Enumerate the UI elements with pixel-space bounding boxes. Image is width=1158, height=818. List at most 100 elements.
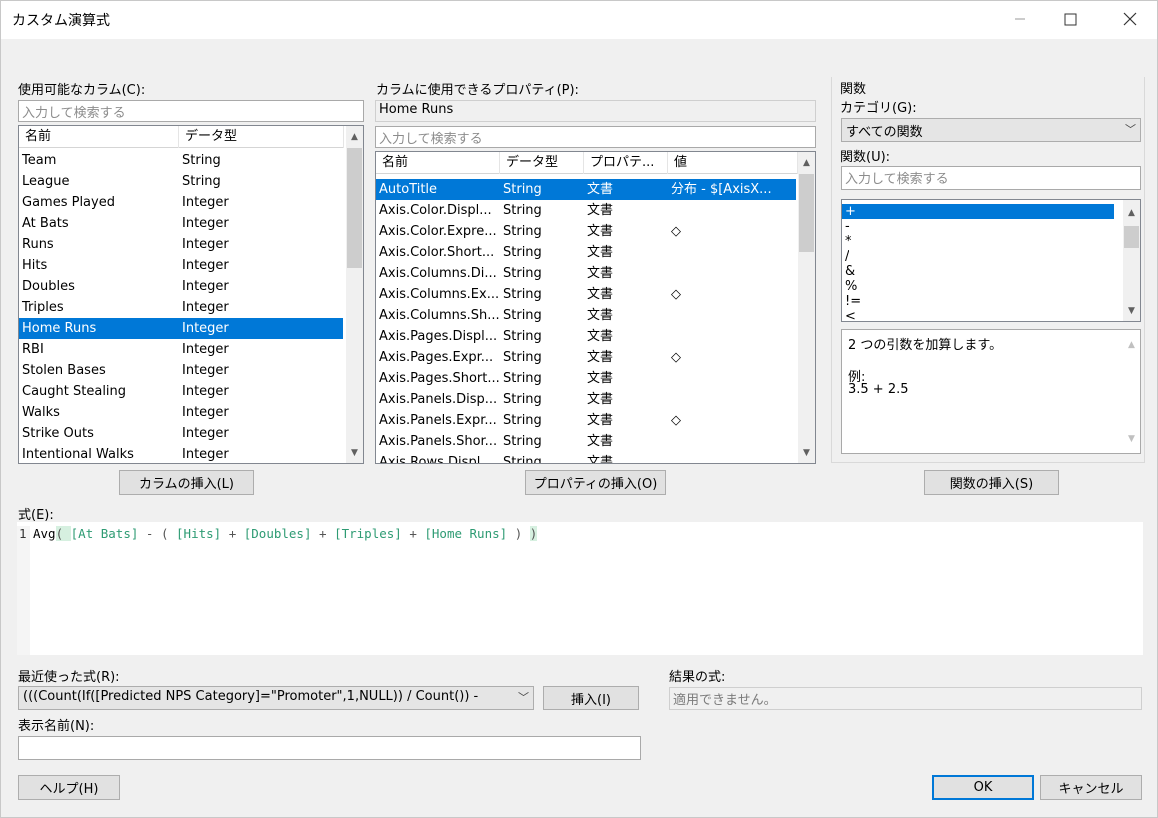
table-row[interactable]: Axis.Columns.Sh... String 文書 xyxy=(376,305,796,326)
maximize-button[interactable] xyxy=(1047,1,1093,37)
insert-column-button[interactable]: カラムの挿入(L) xyxy=(119,470,254,495)
table-row[interactable]: Axis.Columns.Di... String 文書 xyxy=(376,263,796,284)
list-item[interactable]: % xyxy=(842,279,1114,294)
list-item[interactable]: - xyxy=(842,219,1114,234)
close-button[interactable] xyxy=(1107,1,1153,37)
table-row[interactable]: Intentional Walks Integer xyxy=(19,444,343,463)
table-row[interactable]: Axis.Panels.Shor... String 文書 xyxy=(376,431,796,452)
prop-header-property[interactable]: プロパテ... xyxy=(584,152,668,174)
scroll-down-icon[interactable]: ▼ xyxy=(798,444,815,461)
function-search-input[interactable]: 入力して検索する xyxy=(841,166,1141,190)
table-row[interactable]: Axis.Pages.Displ... String 文書 xyxy=(376,326,796,347)
table-row[interactable]: Hits Integer xyxy=(19,255,343,276)
column-header-type[interactable]: データ型 xyxy=(179,126,344,148)
column-type-cell: Integer xyxy=(182,321,229,336)
table-row[interactable]: RBI Integer xyxy=(19,339,343,360)
scroll-thumb[interactable] xyxy=(799,174,814,252)
list-item[interactable]: < xyxy=(842,309,1114,321)
table-row[interactable]: AutoTitle String 文書 分布 - $[AxisX... xyxy=(376,179,796,200)
operator-token: ) xyxy=(507,526,530,541)
table-row[interactable]: Axis.Rows.Displ... String 文書 xyxy=(376,452,796,463)
prop-header-value[interactable]: 値 xyxy=(668,152,798,174)
table-row[interactable]: Runs Integer xyxy=(19,234,343,255)
function-scrollbar[interactable]: ▲ ▼ xyxy=(1123,200,1140,321)
table-row[interactable]: Team String xyxy=(19,150,343,171)
table-row[interactable]: Strike Outs Integer xyxy=(19,423,343,444)
columns-list[interactable]: 名前 データ型 Team String League String Games Play… xyxy=(18,125,364,464)
recent-select[interactable]: (((Count(If([Predicted NPS Category]="Pr… xyxy=(18,686,534,710)
prop-property-cell: 文書 xyxy=(587,287,614,302)
prop-header-type[interactable]: データ型 xyxy=(500,152,584,174)
table-row[interactable]: Axis.Columns.Ex... String 文書 ◇ xyxy=(376,284,796,305)
table-row[interactable]: Stolen Bases Integer xyxy=(19,360,343,381)
expression-editor[interactable]: 1 Avg( [At Bats] - ( [Hits] + [Doubles] … xyxy=(17,522,1143,655)
recent-label: 最近使った式(R): xyxy=(18,670,120,685)
expression-code[interactable]: Avg( [At Bats] - ( [Hits] + [Doubles] + … xyxy=(33,526,538,541)
insert-property-button[interactable]: プロパティの挿入(O) xyxy=(525,470,666,495)
scroll-down-icon[interactable]: ▼ xyxy=(1123,430,1140,447)
table-row[interactable]: League String xyxy=(19,171,343,192)
scroll-down-icon[interactable]: ▼ xyxy=(1123,302,1140,319)
insert-function-button[interactable]: 関数の挿入(S) xyxy=(924,470,1059,495)
prop-property-cell: 文書 xyxy=(587,350,614,365)
prop-value-cell xyxy=(668,263,796,284)
table-row[interactable]: Games Played Integer xyxy=(19,192,343,213)
table-row[interactable]: Axis.Color.Displ... String 文書 xyxy=(376,200,796,221)
category-select[interactable]: すべての関数 ﹀ xyxy=(841,118,1141,142)
scroll-down-icon[interactable]: ▼ xyxy=(346,444,363,461)
properties-search-input[interactable]: 入力して検索する xyxy=(375,126,816,148)
prop-property-cell: 文書 xyxy=(587,413,614,428)
table-row[interactable]: Axis.Pages.Short... String 文書 xyxy=(376,368,796,389)
table-row[interactable]: Axis.Pages.Expr... String 文書 ◇ xyxy=(376,347,796,368)
table-row[interactable]: Walks Integer xyxy=(19,402,343,423)
maximize-icon xyxy=(1064,13,1076,25)
prop-value-cell: ◇ xyxy=(671,350,681,365)
prop-type-cell: String xyxy=(503,266,542,281)
prop-property-cell: 文書 xyxy=(587,434,614,449)
table-row[interactable]: Axis.Panels.Expr... String 文書 ◇ xyxy=(376,410,796,431)
prop-value-cell xyxy=(668,326,796,347)
prop-name-cell: Axis.Color.Short... xyxy=(379,245,495,260)
prop-header-name[interactable]: 名前 xyxy=(376,152,500,174)
display-name-input[interactable] xyxy=(18,736,641,760)
list-item[interactable]: * xyxy=(842,234,1114,249)
properties-scrollbar[interactable]: ▲ ▼ xyxy=(798,152,815,463)
list-item[interactable]: / xyxy=(842,249,1114,264)
table-row[interactable]: Home Runs Integer xyxy=(19,318,343,339)
operator-token: + xyxy=(221,526,244,541)
operator-token: + xyxy=(401,526,425,541)
columns-search-input[interactable]: 入力して検索する xyxy=(18,100,364,122)
scroll-thumb[interactable] xyxy=(1124,226,1139,248)
scroll-up-icon[interactable]: ▲ xyxy=(1123,204,1140,221)
table-row[interactable]: Triples Integer xyxy=(19,297,343,318)
properties-list[interactable]: 名前 データ型 プロパテ... 値 AutoTitle String 文書 分布 - … xyxy=(375,151,816,464)
table-row[interactable]: Caught Stealing Integer xyxy=(19,381,343,402)
insert-recent-button[interactable]: 挿入(I) xyxy=(543,686,639,710)
prop-name-cell: Axis.Columns.Sh... xyxy=(379,308,500,323)
scroll-up-icon[interactable]: ▲ xyxy=(1123,336,1140,353)
table-row[interactable]: Axis.Color.Short... String 文書 xyxy=(376,242,796,263)
table-row[interactable]: Axis.Color.Expre... String 文書 ◇ xyxy=(376,221,796,242)
scroll-up-icon[interactable]: ▲ xyxy=(798,154,815,171)
list-item[interactable]: != xyxy=(842,294,1114,309)
columns-list-header: 名前 データ型 xyxy=(19,126,344,148)
columns-scrollbar[interactable]: ▲ ▼ xyxy=(346,126,363,463)
minimize-button[interactable] xyxy=(997,1,1043,37)
list-item[interactable]: + xyxy=(842,204,1114,219)
column-type-cell: Integer xyxy=(182,426,229,441)
scroll-up-icon[interactable]: ▲ xyxy=(346,128,363,145)
table-row[interactable]: At Bats Integer xyxy=(19,213,343,234)
cancel-button[interactable]: キャンセル xyxy=(1040,775,1142,800)
function-list[interactable]: + - * / &% != < ▲ ▼ xyxy=(841,199,1141,322)
help-button[interactable]: ヘルプ(H) xyxy=(18,775,120,800)
ok-button[interactable]: OK xyxy=(932,775,1034,800)
table-row[interactable]: Axis.Panels.Disp... String 文書 xyxy=(376,389,796,410)
scroll-thumb[interactable] xyxy=(347,148,362,268)
prop-value-cell: ◇ xyxy=(671,224,681,239)
column-header-name[interactable]: 名前 xyxy=(19,126,179,148)
table-row[interactable]: Doubles Integer xyxy=(19,276,343,297)
column-type-cell: Integer xyxy=(182,258,229,273)
column-name-cell: Home Runs xyxy=(22,321,97,336)
list-item[interactable]: & xyxy=(842,264,1114,279)
description-scrollbar[interactable]: ▲ ▼ xyxy=(1123,330,1140,453)
